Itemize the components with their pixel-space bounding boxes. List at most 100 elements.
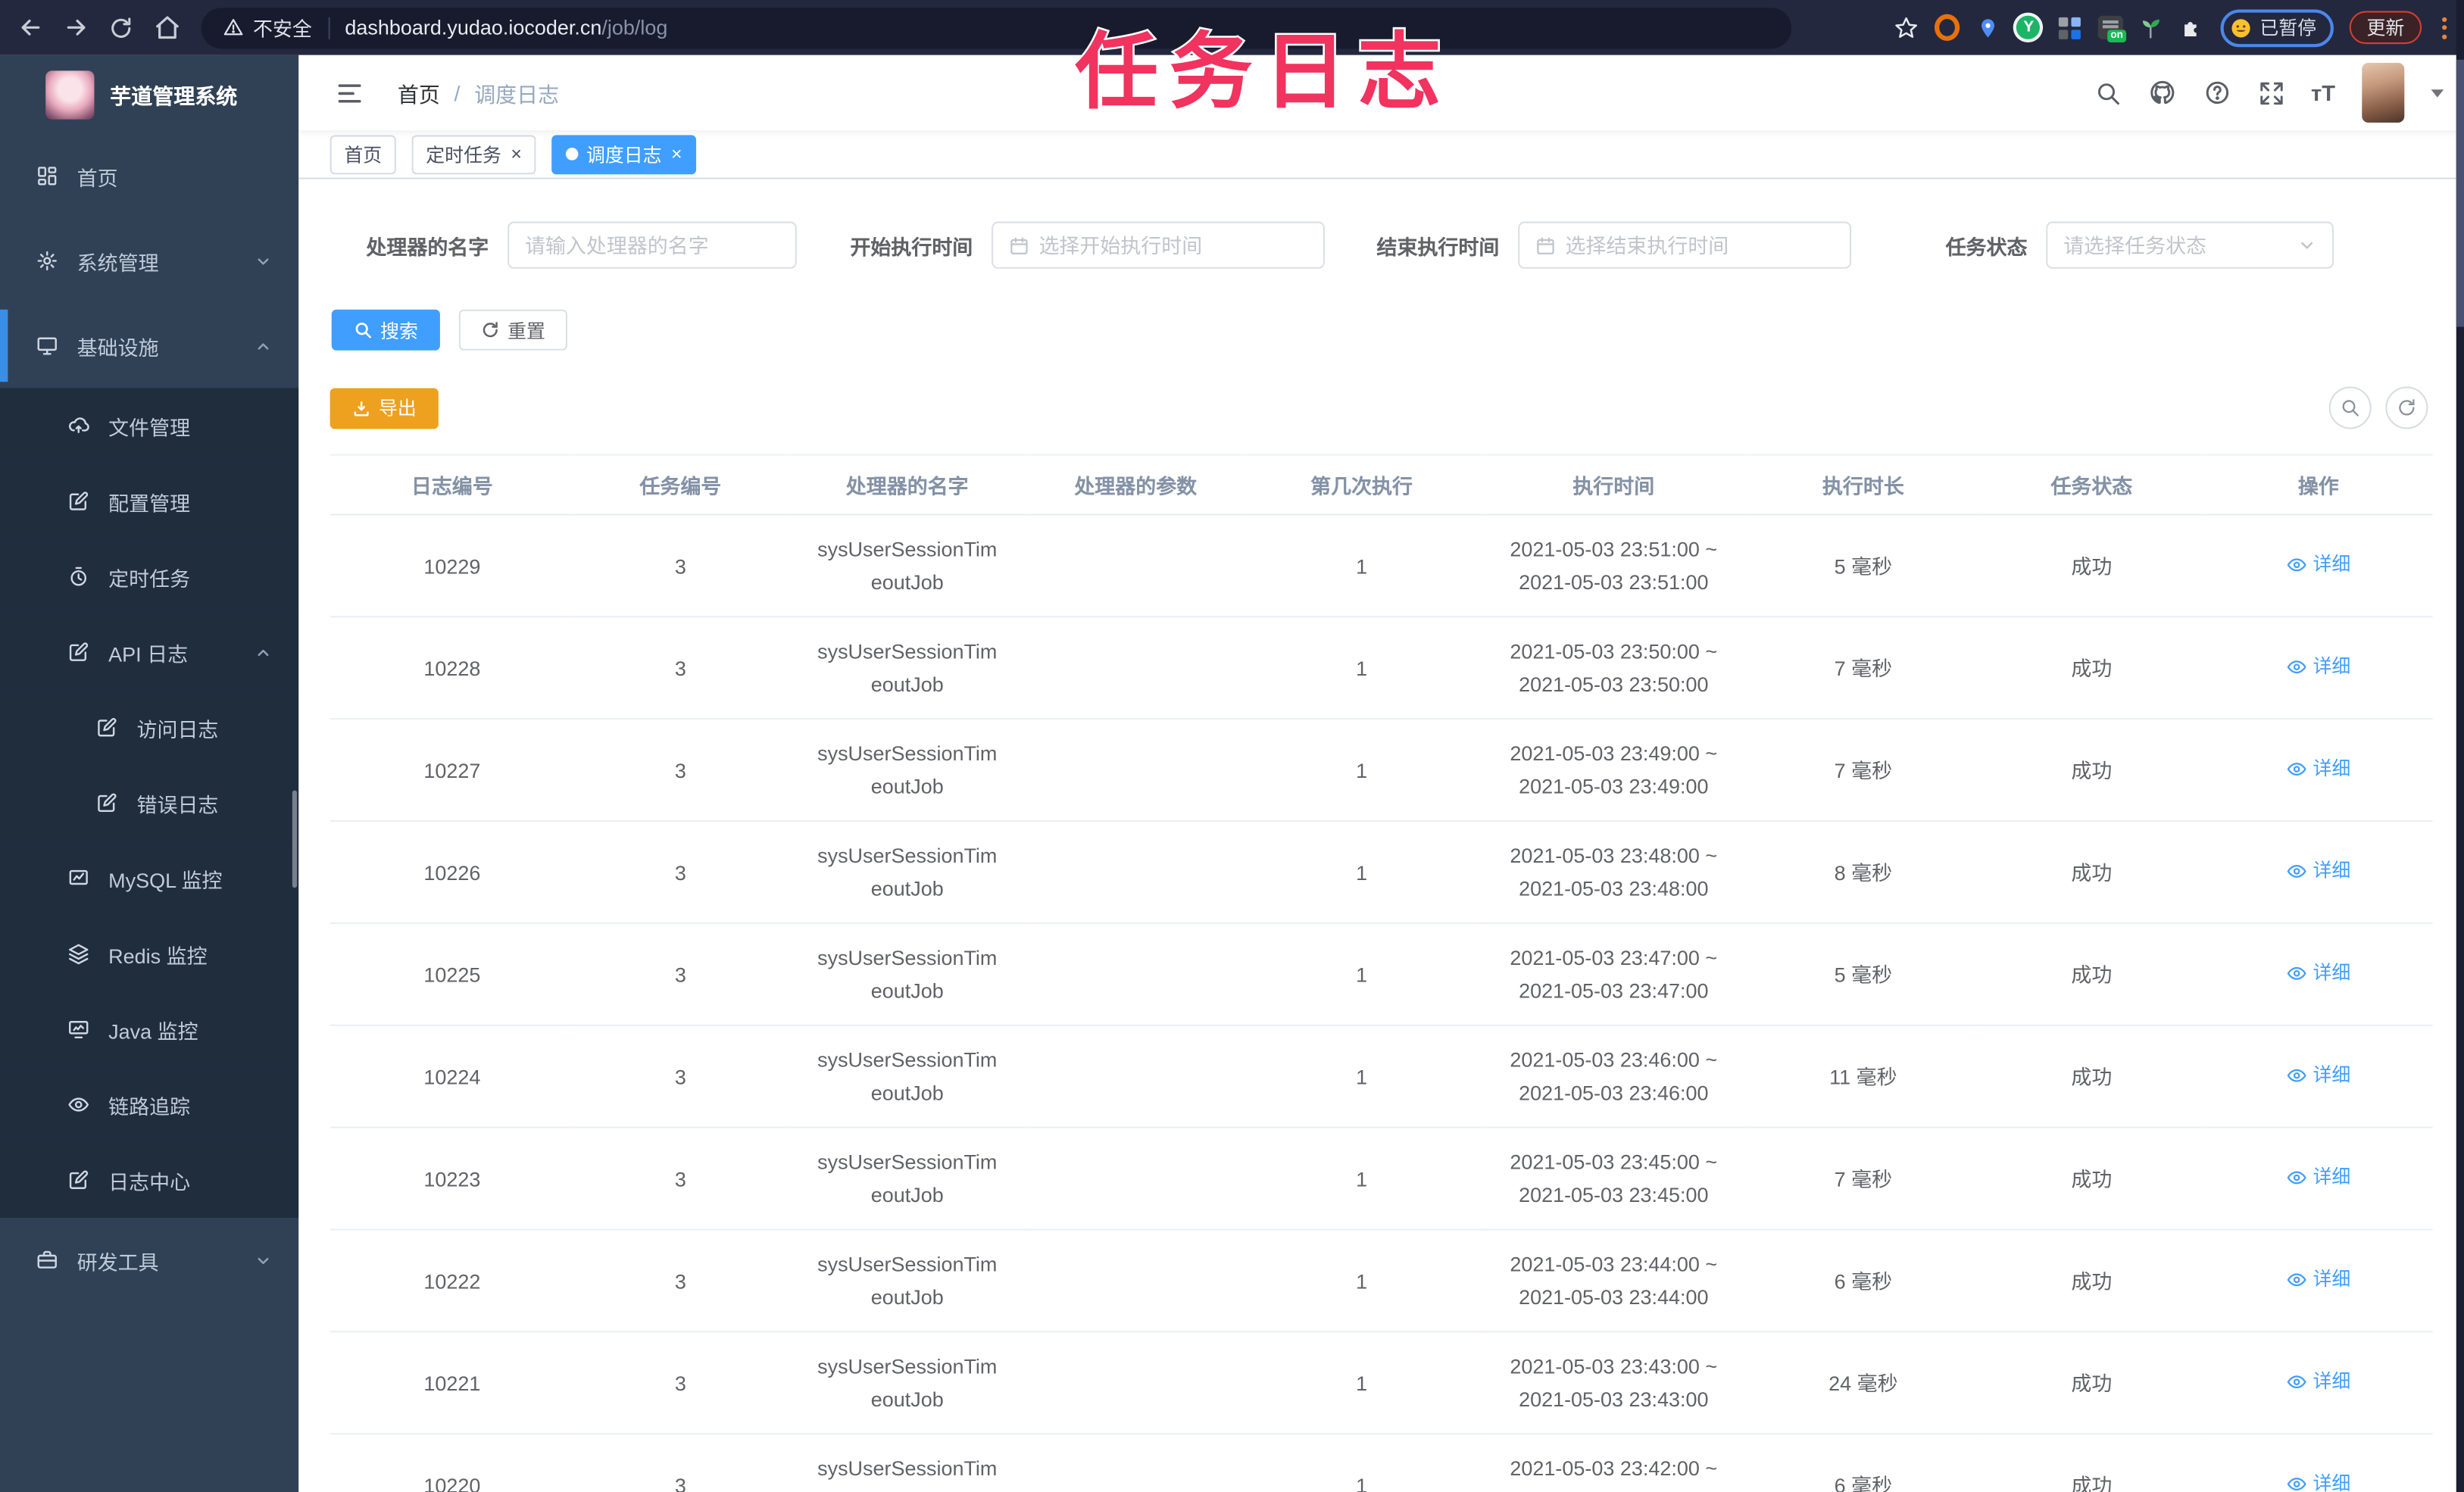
detail-link[interactable]: 详细 — [2286, 854, 2350, 888]
breadcrumb-home[interactable]: 首页 — [398, 77, 440, 108]
detail-link[interactable]: 详细 — [2286, 1365, 2350, 1398]
sidebar-item-trace[interactable]: 链路追踪 — [0, 1066, 299, 1143]
close-icon[interactable]: × — [671, 145, 682, 164]
cell-actions: 详细 — [2204, 514, 2433, 616]
eye-icon — [67, 1094, 91, 1116]
sidebar-item-infrastructure[interactable]: 基础设施 — [0, 303, 298, 388]
detail-link[interactable]: 详细 — [2286, 752, 2350, 785]
close-icon[interactable]: × — [511, 145, 522, 164]
extension-sprout-icon[interactable] — [2139, 15, 2164, 40]
reload-icon[interactable] — [105, 12, 136, 43]
cell-handler-name: sysUserSessionTimeoutJob — [786, 718, 1028, 822]
cell-log-id: 10224 — [329, 1024, 574, 1128]
cell-status: 成功 — [1978, 1126, 2205, 1230]
profile-paused-badge[interactable]: 已暂停 — [2220, 8, 2334, 47]
cell-status: 成功 — [1978, 718, 2205, 822]
fullscreen-icon[interactable] — [2257, 80, 2284, 106]
cell-handler-param — [1027, 1331, 1244, 1434]
collapse-menu-icon[interactable] — [336, 80, 363, 106]
sidebar-item-error-log[interactable]: 错误日志 — [0, 765, 299, 841]
chrome-update-button[interactable]: 更新 — [2349, 11, 2422, 45]
table-header-row: 日志编号 任务编号 处理器的名字 处理器的参数 第几次执行 执行时间 执行时长 … — [329, 454, 2433, 516]
github-icon[interactable] — [2147, 79, 2175, 107]
refresh-table-button[interactable] — [2385, 386, 2428, 429]
tab-home[interactable]: 首页 — [329, 134, 396, 174]
sidebar-item-home[interactable]: 首页 — [0, 133, 298, 218]
end-time-field[interactable] — [1565, 233, 1835, 258]
eye-icon — [2287, 966, 2306, 979]
detail-link[interactable]: 详细 — [2286, 1263, 2350, 1296]
sidebar-item-dev-tools[interactable]: 研发工具 — [0, 1218, 298, 1303]
start-time-picker[interactable] — [992, 221, 1326, 269]
handler-name-field[interactable] — [524, 233, 780, 258]
detail-link[interactable]: 详细 — [2286, 1467, 2350, 1492]
cell-duration: 5 毫秒 — [1834, 554, 1893, 578]
extension-puzzle-icon[interactable] — [2180, 15, 2205, 40]
avatar[interactable] — [2362, 62, 2405, 123]
breadcrumb: 首页 / 调度日志 — [398, 77, 559, 108]
job-status-select[interactable] — [2046, 221, 2334, 269]
font-size-icon[interactable]: ᴛT — [2311, 80, 2335, 105]
cell-handler-name: sysUserSessionTimeoutJob — [786, 1433, 1028, 1492]
chevron-down-icon — [255, 1251, 272, 1269]
sidebar-item-scheduled-tasks[interactable]: 定时任务 — [0, 538, 299, 615]
refresh-icon — [482, 322, 498, 338]
sidebar-item-log-center[interactable]: 日志中心 — [0, 1142, 299, 1218]
toggle-search-button[interactable] — [2328, 386, 2372, 429]
window-scrollbar[interactable] — [2456, 0, 2464, 1492]
extension-on-icon[interactable]: on — [2097, 15, 2127, 43]
job-status-field[interactable] — [2063, 233, 2288, 258]
bookmark-star-icon[interactable] — [1894, 15, 1919, 40]
extension-grid-icon[interactable] — [2057, 15, 2082, 40]
cell-duration: 6 毫秒 — [1747, 1433, 1979, 1492]
forward-icon[interactable] — [60, 12, 91, 43]
reset-button[interactable]: 重置 — [458, 309, 568, 351]
cell-exec-time: 2021-05-03 23:50:00 ~2021-05-03 23:50:00 — [1479, 616, 1748, 719]
back-icon[interactable] — [14, 12, 45, 43]
detail-link[interactable]: 详细 — [2286, 548, 2350, 581]
detail-link[interactable]: 详细 — [2286, 956, 2350, 989]
cell-round: 1 — [1243, 1126, 1480, 1230]
col-actions: 操作 — [2204, 454, 2433, 516]
handler-name-input[interactable] — [507, 221, 797, 269]
app-logo[interactable]: 芋道管理系统 — [0, 55, 298, 134]
sidebar-item-api-logs[interactable]: API 日志 — [0, 614, 299, 690]
browser-menu-icon[interactable] — [2437, 16, 2452, 39]
extension-ring-icon[interactable] — [1934, 14, 1960, 41]
tab-job-log[interactable]: 调度日志 × — [551, 134, 697, 174]
tab-scheduled-tasks[interactable]: 定时任务 × — [411, 134, 536, 174]
sidebar-item-file-management[interactable]: 文件管理 — [0, 388, 299, 464]
refresh-icon — [2399, 399, 2415, 416]
timer-icon — [67, 566, 91, 588]
sidebar-item-system-management[interactable]: 系统管理 — [0, 218, 298, 303]
sidebar-item-java-monitor[interactable]: Java 监控 — [0, 991, 299, 1067]
search-icon[interactable] — [2094, 80, 2121, 106]
extension-y-icon[interactable]: Y — [2016, 15, 2041, 40]
chevron-down-icon[interactable] — [2431, 89, 2444, 97]
start-time-field[interactable] — [1038, 233, 1308, 258]
sidebar-item-access-log[interactable]: 访问日志 — [0, 689, 299, 766]
cell-status: 成功 — [1978, 1228, 2205, 1332]
cell-round: 1 — [1243, 819, 1480, 923]
help-icon[interactable] — [2203, 79, 2231, 107]
detail-link[interactable]: 详细 — [2286, 1058, 2350, 1091]
cell-status: 成功 — [1978, 819, 2205, 923]
detail-link[interactable]: 详细 — [2286, 650, 2350, 683]
detail-link[interactable]: 详细 — [2286, 1160, 2350, 1194]
cell-task-id: 3 — [573, 1228, 787, 1332]
sidebar-scrollbar[interactable] — [292, 790, 298, 888]
export-button[interactable]: 导出 — [329, 387, 439, 429]
search-button[interactable]: 搜索 — [331, 309, 440, 351]
home-icon[interactable] — [151, 12, 182, 43]
cell-task-id: 3 — [573, 1024, 787, 1128]
cell-status: 成功 — [2071, 554, 2113, 578]
calendar-icon — [1535, 235, 1556, 255]
sidebar-item-redis-monitor[interactable]: Redis 监控 — [0, 916, 299, 992]
address-bar[interactable]: 不安全 dashboard.yudao.iocoder.cn/job/log — [201, 7, 1792, 48]
sidebar-item-mysql-monitor[interactable]: MySQL 监控 — [0, 840, 299, 916]
gear-icon — [36, 250, 60, 272]
end-time-picker[interactable] — [1518, 221, 1852, 269]
extension-pin-icon[interactable] — [1975, 15, 2000, 40]
cell-actions: 详细 — [2204, 718, 2433, 822]
sidebar-item-config-management[interactable]: 配置管理 — [0, 464, 299, 539]
